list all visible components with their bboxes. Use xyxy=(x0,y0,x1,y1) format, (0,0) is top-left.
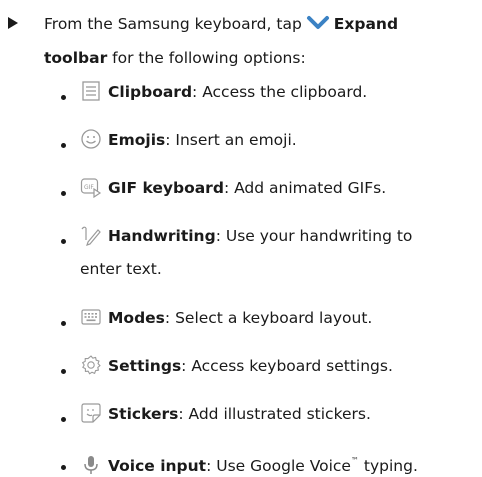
item-desc: : Insert an emoji. xyxy=(165,131,297,149)
item-name: Clipboard xyxy=(108,83,193,101)
bullet xyxy=(61,465,66,470)
handwriting-icon xyxy=(81,226,101,246)
bullet xyxy=(61,417,66,422)
microphone-icon xyxy=(84,456,98,474)
document: From the Samsung keyboard, tap Expand too… xyxy=(0,0,482,476)
clipboard-icon xyxy=(82,81,100,101)
item-name: Stickers xyxy=(108,405,179,423)
item-name: Voice input xyxy=(108,457,207,475)
intro-text: From the Samsung keyboard, tap xyxy=(44,15,302,33)
chevron-down-icon xyxy=(306,16,329,29)
bullet xyxy=(61,143,66,148)
item-desc: : Access keyboard settings. xyxy=(181,357,393,375)
step-arrow-icon xyxy=(8,17,18,29)
item-name: Handwriting xyxy=(108,227,216,245)
item-name: GIF keyboard xyxy=(108,179,224,197)
trademark: ™ xyxy=(350,456,359,465)
intro-line-2: toolbar for the following options: xyxy=(44,47,306,69)
gear-icon xyxy=(82,355,101,375)
item-desc-tail: typing. xyxy=(358,457,418,475)
bullet xyxy=(61,191,66,196)
item-name: Settings xyxy=(108,357,182,375)
bullet xyxy=(61,321,66,326)
intro-text-tail: for the following options: xyxy=(107,49,306,67)
bullet xyxy=(61,95,66,100)
keyboard-icon xyxy=(81,309,101,325)
item-desc: : Use Google Voice xyxy=(206,457,351,475)
item-desc: : Add illustrated stickers. xyxy=(178,405,371,423)
expand-label: Expand xyxy=(333,15,399,33)
toolbar-label: toolbar xyxy=(44,49,108,67)
item-name: Modes xyxy=(108,309,165,327)
intro-line-1: From the Samsung keyboard, tap Expand xyxy=(44,13,398,35)
bullet xyxy=(61,239,66,244)
item-desc-continued: enter text. xyxy=(80,260,162,278)
bullet xyxy=(61,369,66,374)
item-name: Emojis xyxy=(108,131,166,149)
emoji-icon xyxy=(81,129,101,149)
sticker-icon xyxy=(81,403,101,423)
item-desc: : Access the clipboard. xyxy=(192,83,368,101)
svg-text:GIF: GIF xyxy=(84,184,94,191)
item-desc: : Select a keyboard layout. xyxy=(164,309,373,327)
item-desc: : Add animated GIFs. xyxy=(223,179,387,197)
gif-icon: GIF xyxy=(80,178,102,198)
item-desc: : Use your handwriting to xyxy=(215,227,413,245)
